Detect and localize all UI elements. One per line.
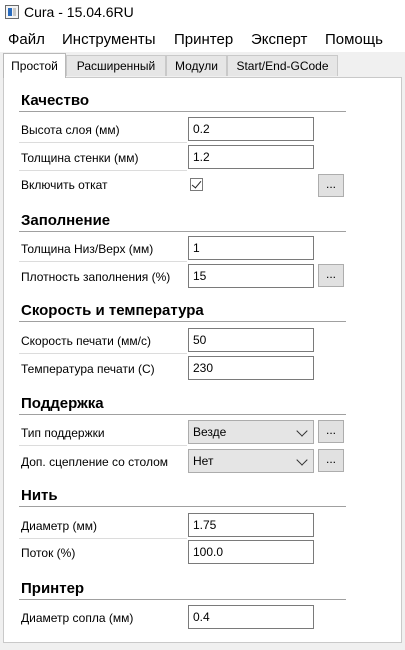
filament-diameter-input[interactable]: 1.75 <box>188 513 314 537</box>
fill-density-input[interactable]: 15 <box>188 264 314 288</box>
row-divider <box>19 170 187 171</box>
fill-density-label: Плотность заполнения (%) <box>21 270 171 284</box>
title-bar: Cura - 15.04.6RU <box>0 0 405 28</box>
row-divider <box>19 445 187 446</box>
row-divider <box>19 353 187 354</box>
settings-panel: Качество Высота слоя (мм) 0.2 Толщина ст… <box>3 77 402 643</box>
filament-flow-input[interactable]: 100.0 <box>188 540 314 564</box>
support-settings-button[interactable]: ... <box>318 420 344 443</box>
support-type-value: Везде <box>193 425 227 439</box>
menu-file[interactable]: Файл <box>8 31 45 48</box>
row-divider <box>19 538 187 539</box>
tab-advanced[interactable]: Расширенный <box>66 55 166 76</box>
section-title-fill: Заполнение <box>21 212 111 229</box>
bottom-top-thickness-input[interactable]: 1 <box>188 236 314 260</box>
section-divider <box>19 414 346 415</box>
print-temperature-input[interactable]: 230 <box>188 356 314 380</box>
tab-start-end-gcode[interactable]: Start/End-GCode <box>227 55 338 76</box>
print-temperature-label: Температура печати (С) <box>21 362 155 376</box>
retraction-label: Включить откат <box>21 178 108 192</box>
nozzle-diameter-input[interactable]: 0.4 <box>188 605 314 629</box>
menu-expert[interactable]: Эксперт <box>251 31 307 48</box>
checkmark-icon <box>191 178 202 189</box>
tab-simple[interactable]: Простой <box>3 53 66 78</box>
chevron-down-icon <box>296 454 308 466</box>
adhesion-settings-button[interactable]: ... <box>318 449 344 472</box>
menu-printer[interactable]: Принтер <box>174 31 233 48</box>
window-title: Cura - 15.04.6RU <box>24 4 134 20</box>
retraction-checkbox[interactable] <box>190 178 203 191</box>
section-title-quality: Качество <box>21 92 90 109</box>
bottom-top-thickness-label: Толщина Низ/Верх (мм) <box>21 242 154 256</box>
platform-adhesion-value: Нет <box>193 454 214 468</box>
tab-plugins[interactable]: Модули <box>166 55 227 76</box>
section-title-filament: Нить <box>21 487 58 504</box>
cura-app-icon <box>5 5 19 19</box>
chevron-down-icon <box>296 425 308 437</box>
print-speed-label: Скорость печати (мм/с) <box>21 334 151 348</box>
section-divider <box>19 231 346 232</box>
wall-thickness-label: Толщина стенки (мм) <box>21 151 139 165</box>
layer-height-input[interactable]: 0.2 <box>188 117 314 141</box>
filament-flow-label: Поток (%) <box>21 546 76 560</box>
section-divider <box>19 321 346 322</box>
wall-thickness-input[interactable]: 1.2 <box>188 145 314 169</box>
section-title-printer: Принтер <box>21 580 85 597</box>
print-speed-input[interactable]: 50 <box>188 328 314 352</box>
section-divider <box>19 506 346 507</box>
section-divider <box>19 599 346 600</box>
layer-height-label: Высота слоя (мм) <box>21 123 120 137</box>
row-divider <box>19 142 187 143</box>
section-title-speed-temperature: Скорость и температура <box>21 302 204 319</box>
menu-bar: Файл Инструменты Принтер Эксперт Помощь <box>0 28 405 52</box>
section-title-support: Поддержка <box>21 395 104 412</box>
menu-tools[interactable]: Инструменты <box>62 31 156 48</box>
platform-adhesion-label: Доп. сцепление со столом <box>21 455 168 469</box>
menu-help[interactable]: Помощь <box>325 31 383 48</box>
support-type-label: Тип поддержки <box>21 426 105 440</box>
section-divider <box>19 111 346 112</box>
filament-diameter-label: Диаметр (мм) <box>21 519 98 533</box>
support-type-select[interactable]: Везде <box>188 420 314 444</box>
nozzle-diameter-label: Диаметр сопла (мм) <box>21 611 134 625</box>
platform-adhesion-select[interactable]: Нет <box>188 449 314 473</box>
retraction-settings-button[interactable]: ... <box>318 174 344 197</box>
fill-settings-button[interactable]: ... <box>318 264 344 287</box>
tab-strip: Простой Расширенный Модули Start/End-GCo… <box>0 52 405 78</box>
row-divider <box>19 261 187 262</box>
